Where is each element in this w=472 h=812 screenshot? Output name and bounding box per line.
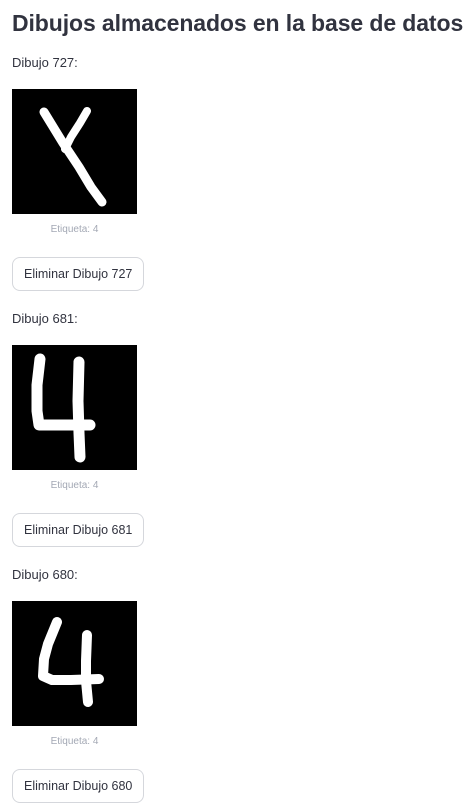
delete-drawing-button[interactable]: Eliminar Dibujo 727 [12,257,145,291]
delete-drawing-button[interactable]: Eliminar Dibujo 681 [12,513,145,547]
drawing-image [12,345,137,470]
digit-stroke [81,630,93,707]
handwritten-digit-image [12,89,137,214]
handwritten-digit-image [12,601,137,726]
image-background [12,89,137,214]
drawing-label: Dibujo 680: [12,567,78,582]
page: Dibujos almacenados en la base de datos … [0,0,472,812]
image-background [12,601,137,726]
drawing-caption: Etiqueta: 4 [50,224,99,235]
drawing-label: Dibujo 681: [12,311,78,326]
drawing-caption: Etiqueta: 4 [50,480,99,491]
drawing-caption: Etiqueta: 4 [50,736,99,747]
handwritten-digit-image [12,345,137,470]
drawing-image [12,601,137,726]
page-title: Dibujos almacenados en la base de datos [12,10,464,36]
drawing-image [12,89,137,214]
drawing-label: Dibujo 727: [12,55,78,70]
digit-stroke [72,356,86,463]
delete-drawing-button[interactable]: Eliminar Dibujo 680 [12,769,145,803]
